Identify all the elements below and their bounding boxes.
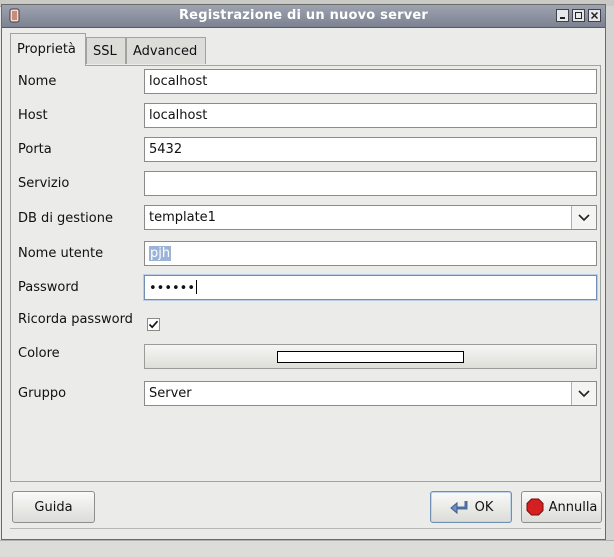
gruppo-dropdown-button[interactable] — [571, 382, 596, 405]
background-window-edge — [606, 6, 614, 540]
nome-utente-selected-text: pjh — [149, 246, 172, 261]
porta-input[interactable]: 5432 — [144, 137, 597, 162]
tab-advanced[interactable]: Advanced — [126, 37, 206, 64]
porta-label: Porta — [18, 142, 52, 157]
minimize-icon — [560, 17, 565, 19]
gruppo-value: Server — [149, 386, 192, 401]
nome-input[interactable]: localhost — [144, 69, 597, 94]
status-bar — [10, 528, 601, 540]
text-caret — [196, 280, 198, 294]
ricorda-password-label: Ricorda password — [18, 312, 133, 327]
servizio-input[interactable] — [144, 171, 597, 196]
chevron-down-icon — [578, 389, 590, 397]
color-swatch — [277, 351, 464, 363]
db-gestione-label: DB di gestione — [18, 211, 113, 226]
nome-utente-input[interactable]: pjh — [144, 241, 597, 266]
guida-button[interactable]: Guida — [12, 491, 95, 523]
password-label: Password — [18, 280, 79, 295]
password-mask: •••••• — [149, 281, 196, 296]
tab-proprieta[interactable]: Proprietà — [10, 33, 86, 66]
gruppo-label: Gruppo — [18, 386, 67, 401]
annulla-button[interactable]: Annulla — [521, 491, 602, 523]
maximize-button[interactable] — [572, 9, 585, 22]
annulla-button-label: Annulla — [548, 499, 598, 515]
ok-button[interactable]: OK — [430, 491, 512, 523]
window-title: Registrazione di un nuovo server — [178, 8, 429, 23]
db-gestione-select[interactable]: template1 — [144, 205, 597, 230]
ok-button-label: OK — [474, 499, 494, 515]
servizio-label: Servizio — [18, 176, 70, 191]
dialog-window: Registrazione di un nuovo server Proprie… — [1, 4, 606, 540]
tab-ssl[interactable]: SSL — [86, 37, 126, 64]
nome-utente-label: Nome utente — [18, 246, 104, 261]
colore-button[interactable] — [144, 344, 597, 369]
background-taskbar — [0, 540, 614, 557]
ricorda-password-checkbox[interactable] — [147, 318, 160, 331]
host-label: Host — [18, 108, 48, 123]
db-gestione-dropdown-button[interactable] — [571, 206, 596, 229]
password-input[interactable]: •••••• — [144, 275, 597, 300]
guida-button-label: Guida — [34, 499, 73, 515]
close-icon — [590, 11, 599, 20]
gruppo-select[interactable]: Server — [144, 381, 597, 406]
title-bar[interactable]: Registrazione di un nuovo server — [2, 5, 605, 28]
maximize-icon — [575, 12, 582, 19]
host-input[interactable]: localhost — [144, 103, 597, 128]
db-gestione-value: template1 — [149, 210, 216, 225]
stop-icon — [526, 498, 544, 516]
nome-label: Nome — [18, 74, 57, 89]
enter-arrow-icon — [449, 501, 468, 515]
close-button[interactable] — [588, 9, 601, 22]
minimize-button[interactable] — [556, 9, 569, 22]
colore-label: Colore — [18, 346, 60, 361]
chevron-down-icon — [578, 213, 590, 221]
